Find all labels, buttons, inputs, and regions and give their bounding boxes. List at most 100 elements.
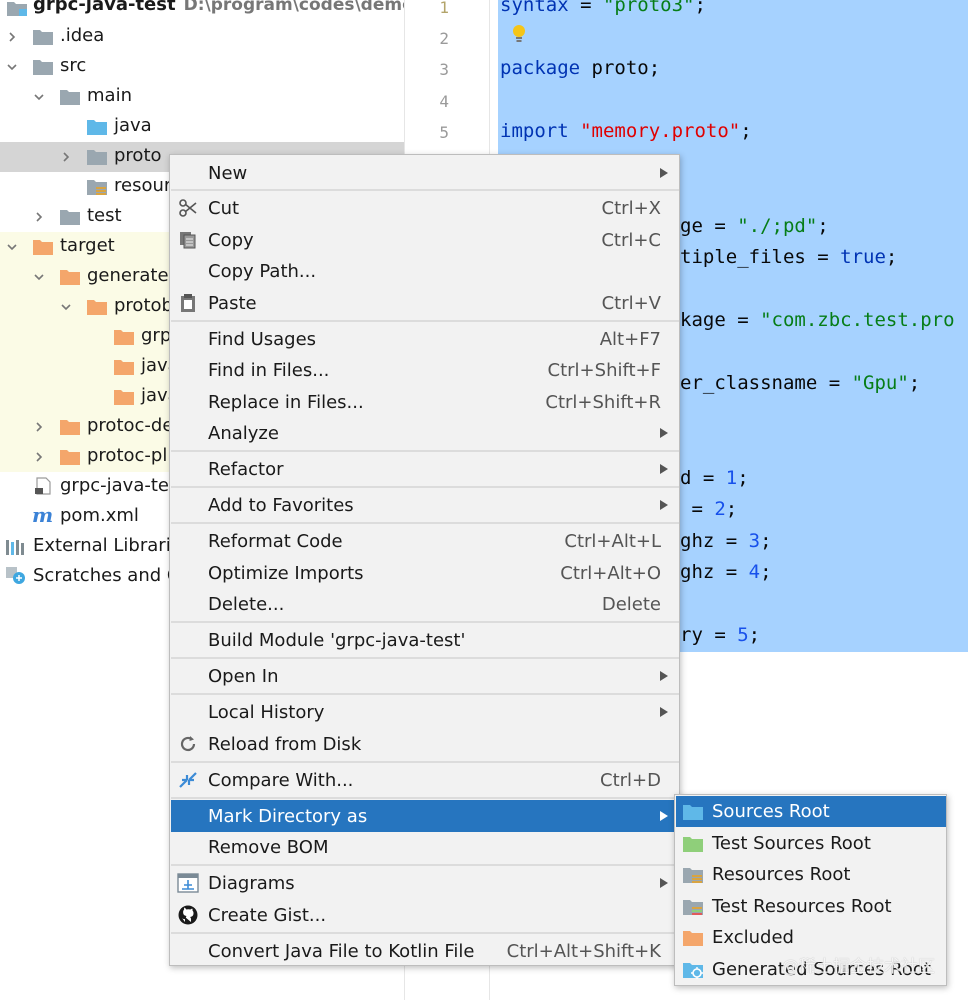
menu-shortcut: Ctrl+V <box>601 292 661 314</box>
code-token: 5 <box>737 624 749 646</box>
resources-root-folder-icon <box>683 867 703 883</box>
menu-item-mark-directory-as[interactable]: Mark Directory as <box>171 800 679 832</box>
menu-item-label: Copy Path... <box>208 260 317 282</box>
chevron-right-icon[interactable] <box>32 210 46 224</box>
tree-item-label: protoc-pl <box>87 445 168 466</box>
menu-shortcut: Ctrl+C <box>601 229 661 251</box>
submenu-item-excluded[interactable]: Excluded <box>676 922 946 953</box>
chevron-right-icon[interactable] <box>32 420 46 434</box>
chevron-right-icon[interactable] <box>5 30 19 44</box>
project-path: D:\program\codes\demo\g <box>183 0 404 15</box>
menu-item-label: Open In <box>208 665 279 687</box>
menu-item-label: Remove BOM <box>208 836 329 858</box>
menu-shortcut: Ctrl+Alt+L <box>564 530 661 552</box>
code-token: ; <box>908 372 921 394</box>
menu-item-label: Find in Files... <box>208 359 330 381</box>
submenu-item-sources-root[interactable]: Sources Root <box>676 796 946 827</box>
excluded-folder-icon <box>60 450 80 465</box>
menu-item-add-to-favorites[interactable]: Add to Favorites <box>171 489 679 521</box>
tree-item-label: main <box>87 85 132 106</box>
menu-item-find-in-files[interactable]: Find in Files... Ctrl+Shift+F <box>171 354 679 386</box>
chevron-down-icon[interactable] <box>59 300 73 314</box>
chevron-down-icon[interactable] <box>5 60 19 74</box>
chevron-right-icon[interactable] <box>59 150 73 164</box>
menu-item-analyze[interactable]: Analyze <box>171 417 679 449</box>
submenu-arrow-icon <box>660 500 668 510</box>
code-token: ; <box>725 498 738 520</box>
submenu-item-test-sources-root[interactable]: Test Sources Root <box>676 828 946 859</box>
code-token: ; <box>737 467 749 489</box>
code-token: package <box>500 57 581 79</box>
intention-bulb-icon[interactable] <box>512 24 526 44</box>
menu-item-label: Local History <box>208 701 325 723</box>
folder-icon <box>33 60 53 75</box>
code-token: ry = <box>680 624 738 646</box>
tree-item-label: Scratches and C <box>33 565 180 586</box>
menu-item-build-module[interactable]: Build Module 'grpc-java-test' <box>171 624 679 656</box>
submenu-arrow-icon <box>660 671 668 681</box>
code-line: tiple_files = true; <box>680 246 897 268</box>
code-token: 2 <box>714 498 726 520</box>
excluded-folder-icon <box>114 390 134 405</box>
submenu-item-resources-root[interactable]: Resources Root <box>676 859 946 890</box>
menu-shortcut: Ctrl+D <box>600 769 661 791</box>
menu-item-compare-with[interactable]: Compare With... Ctrl+D <box>171 764 679 796</box>
tree-item-main[interactable]: main <box>0 82 404 112</box>
menu-item-cut[interactable]: Cut Ctrl+X <box>171 192 679 224</box>
menu-separator <box>171 450 679 452</box>
menu-item-local-history[interactable]: Local History <box>171 696 679 728</box>
generated-sources-folder-icon <box>683 962 703 979</box>
line-number: 3 <box>439 60 449 79</box>
tree-item-src[interactable]: src <box>0 52 404 82</box>
menu-item-find-usages[interactable]: Find Usages Alt+F7 <box>171 323 679 355</box>
menu-item-create-gist[interactable]: Create Gist... <box>171 899 679 931</box>
menu-item-convert-to-kotlin[interactable]: Convert Java File to Kotlin File Ctrl+Al… <box>171 935 679 967</box>
tree-item-label: resour <box>114 175 172 196</box>
menu-item-copy-path[interactable]: Copy Path... <box>171 255 679 287</box>
code-line: syntax = "proto3"; <box>500 0 706 16</box>
code-token: ; <box>885 246 898 268</box>
line-number: 5 <box>439 123 449 142</box>
menu-item-delete[interactable]: Delete... Delete <box>171 588 679 620</box>
chevron-down-icon[interactable] <box>32 270 46 284</box>
menu-item-paste[interactable]: Paste Ctrl+V <box>171 287 679 319</box>
clipboard-icon <box>177 292 199 314</box>
tree-item-root[interactable]: grpc-java-test D:\program\codes\demo\g <box>0 0 404 22</box>
tree-item-idea[interactable]: .idea <box>0 22 404 52</box>
watermark: @稀土掘金技术社区 <box>782 957 935 977</box>
code-token: er_classname = <box>680 372 852 394</box>
menu-item-reformat-code[interactable]: Reformat Code Ctrl+Alt+L <box>171 525 679 557</box>
tree-item-java[interactable]: java <box>0 112 404 142</box>
menu-item-reload-from-disk[interactable]: Reload from Disk <box>171 728 679 760</box>
compare-arrows-icon <box>177 769 199 791</box>
menu-item-new[interactable]: New <box>171 157 679 189</box>
chevron-down-icon[interactable] <box>32 90 46 104</box>
line-number: 1 <box>439 0 449 17</box>
menu-item-replace-in-files[interactable]: Replace in Files... Ctrl+Shift+R <box>171 386 679 418</box>
submenu-item-test-resources-root[interactable]: Test Resources Root <box>676 891 946 922</box>
submenu-arrow-icon <box>660 878 668 888</box>
chevron-down-icon[interactable] <box>5 240 19 254</box>
scratches-icon <box>6 567 25 584</box>
menu-item-remove-bom[interactable]: Remove BOM <box>171 831 679 863</box>
code-token: = <box>680 498 715 520</box>
code-line: kage = "com.zbc.test.pro <box>680 309 955 331</box>
sources-root-folder-icon <box>683 804 703 820</box>
copy-icon <box>177 229 199 251</box>
code-line: ghz = 4; <box>680 561 772 583</box>
code-token: ; <box>817 215 829 237</box>
tree-item-label: .idea <box>60 25 105 46</box>
code-line: package proto; <box>500 57 660 79</box>
menu-shortcut: Delete <box>601 593 661 615</box>
chevron-right-icon[interactable] <box>32 450 46 464</box>
code-token: ; <box>760 561 772 583</box>
menu-item-open-in[interactable]: Open In <box>171 660 679 692</box>
menu-item-label: Replace in Files... <box>208 391 364 413</box>
menu-item-refactor[interactable]: Refactor <box>171 453 679 485</box>
menu-shortcut: Ctrl+Shift+R <box>545 391 661 413</box>
menu-item-optimize-imports[interactable]: Optimize Imports Ctrl+Alt+O <box>171 557 679 589</box>
menu-item-diagrams[interactable]: Diagrams <box>171 867 679 899</box>
menu-item-copy[interactable]: Copy Ctrl+C <box>171 224 679 256</box>
menu-item-label: Paste <box>208 292 257 314</box>
